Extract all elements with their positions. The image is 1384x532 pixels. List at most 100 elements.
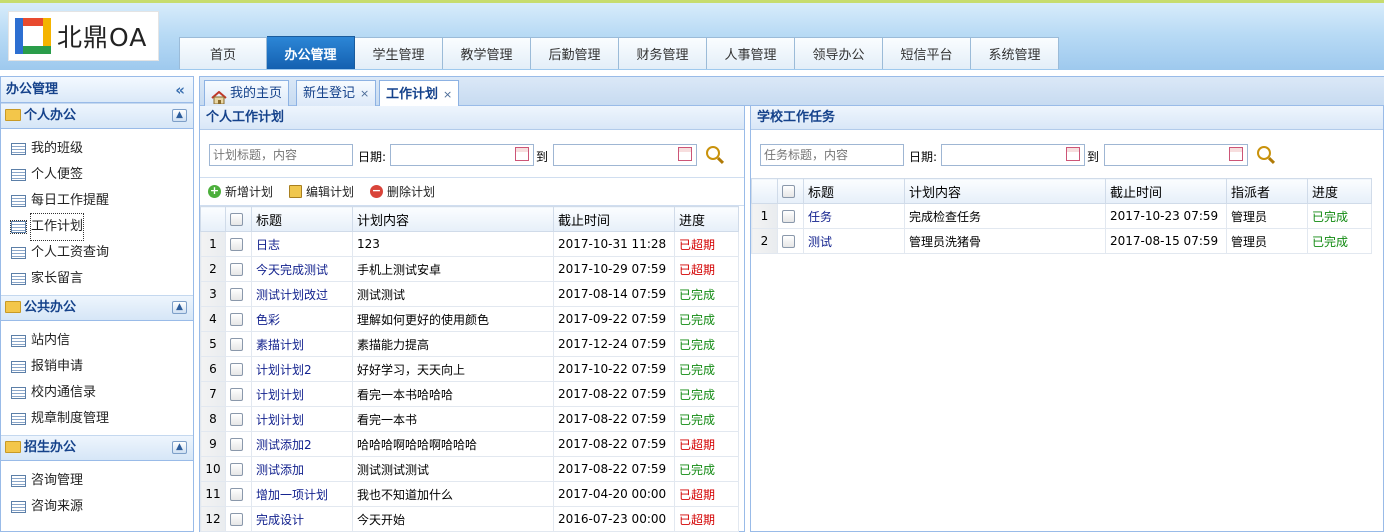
nav-tab[interactable]: 学生管理 [355, 37, 443, 69]
calendar-icon[interactable] [678, 147, 692, 161]
column-header[interactable]: 计划内容 [904, 178, 1106, 204]
row-checkbox[interactable] [225, 481, 252, 507]
row-checkbox[interactable] [225, 456, 252, 482]
close-icon[interactable]: × [443, 82, 452, 108]
start-date-input[interactable] [941, 144, 1085, 166]
cell-title[interactable]: 素描计划 [251, 331, 353, 357]
sidebar-item[interactable]: 个人便签 [1, 162, 193, 188]
nav-tab[interactable]: 首页 [179, 37, 267, 69]
sidebar-item[interactable]: 个人工资查询 [1, 240, 193, 266]
sidebar-item[interactable]: 咨询来源 [1, 494, 193, 520]
table-row[interactable]: 12 完成设计 今天开始 2016-07-23 00:00 已超期 [200, 506, 739, 532]
calendar-icon[interactable] [1229, 147, 1243, 161]
nav-tab[interactable]: 后勤管理 [531, 37, 619, 69]
cell-title[interactable]: 计划计划 [251, 406, 353, 432]
row-checkbox[interactable] [225, 356, 252, 382]
column-header[interactable]: 进度 [1307, 178, 1372, 204]
sidebar-item[interactable]: 站内信 [1, 328, 193, 354]
sidebar-group-header[interactable]: 个人办公 ▲ [1, 103, 193, 129]
edit-plan-button[interactable]: 编辑计划 [289, 183, 354, 200]
page-tab[interactable]: 新生登记 × [296, 80, 377, 107]
nav-tab[interactable]: 财务管理 [619, 37, 707, 69]
table-row[interactable]: 4 色彩 理解如何更好的使用颜色 2017-09-22 07:59 已完成 [200, 306, 739, 332]
cell-title[interactable]: 任务 [803, 203, 905, 229]
row-checkbox[interactable] [225, 231, 252, 257]
cell-title[interactable]: 增加一项计划 [251, 481, 353, 507]
row-checkbox[interactable] [225, 381, 252, 407]
column-header[interactable]: 截止时间 [553, 206, 675, 232]
cell-title[interactable]: 今天完成测试 [251, 256, 353, 282]
cell-title[interactable]: 测试添加 [251, 456, 353, 482]
collapse-up-icon[interactable]: ▲ [172, 109, 187, 122]
table-row[interactable]: 6 计划计划2 好好学习，天天向上 2017-10-22 07:59 已完成 [200, 356, 739, 382]
table-row[interactable]: 7 计划计划 看完一本书哈哈哈 2017-08-22 07:59 已完成 [200, 381, 739, 407]
close-icon[interactable]: × [360, 81, 369, 107]
nav-tab[interactable]: 办公管理 [267, 36, 355, 69]
search-icon[interactable] [706, 146, 720, 160]
table-row[interactable]: 2 测试 管理员洗猪骨 2017-08-15 07:59 管理员 已完成 [751, 228, 1372, 254]
nav-tab[interactable]: 人事管理 [707, 37, 795, 69]
nav-tab[interactable]: 教学管理 [443, 37, 531, 69]
task-search-input[interactable] [760, 144, 904, 166]
delete-plan-button[interactable]: − 删除计划 [370, 183, 435, 200]
collapse-up-icon[interactable]: ▲ [172, 441, 187, 454]
sidebar-item[interactable]: 我的班级 [1, 136, 193, 162]
cell-title[interactable]: 日志 [251, 231, 353, 257]
sidebar-item[interactable]: 校内通信录 [1, 380, 193, 406]
calendar-icon[interactable] [1066, 147, 1080, 161]
end-date-input[interactable] [1104, 144, 1248, 166]
cell-title[interactable]: 测试添加2 [251, 431, 353, 457]
table-row[interactable]: 1 日志 123 2017-10-31 11:28 已超期 [200, 231, 739, 257]
select-all-checkbox[interactable] [225, 206, 252, 232]
sidebar-item[interactable]: 咨询管理 [1, 468, 193, 494]
calendar-icon[interactable] [515, 147, 529, 161]
table-row[interactable]: 1 任务 完成检查任务 2017-10-23 07:59 管理员 已完成 [751, 203, 1372, 229]
cell-title[interactable]: 色彩 [251, 306, 353, 332]
sidebar-item[interactable]: 工作计划 [1, 213, 193, 241]
row-checkbox[interactable] [777, 203, 804, 229]
column-header[interactable]: 截止时间 [1105, 178, 1227, 204]
end-date-input[interactable] [553, 144, 697, 166]
row-checkbox[interactable] [225, 306, 252, 332]
page-tab[interactable]: 我的主页 [204, 80, 290, 107]
row-checkbox[interactable] [225, 281, 252, 307]
row-checkbox[interactable] [225, 256, 252, 282]
table-row[interactable]: 3 测试计划改过 测试测试 2017-08-14 07:59 已完成 [200, 281, 739, 307]
cell-title[interactable]: 完成设计 [251, 506, 353, 532]
cell-title[interactable]: 计划计划 [251, 381, 353, 407]
table-row[interactable]: 8 计划计划 看完一本书 2017-08-22 07:59 已完成 [200, 406, 739, 432]
row-checkbox[interactable] [777, 228, 804, 254]
collapse-left-icon[interactable]: « [175, 77, 185, 103]
table-row[interactable]: 11 增加一项计划 我也不知道加什么 2017-04-20 00:00 已超期 [200, 481, 739, 507]
column-header[interactable]: 进度 [674, 206, 739, 232]
column-header[interactable]: 标题 [251, 206, 353, 232]
row-checkbox[interactable] [225, 431, 252, 457]
select-all-checkbox[interactable] [777, 178, 804, 204]
cell-title[interactable]: 测试 [803, 228, 905, 254]
nav-tab[interactable]: 领导办公 [795, 37, 883, 69]
table-row[interactable]: 10 测试添加 测试测试测试 2017-08-22 07:59 已完成 [200, 456, 739, 482]
collapse-up-icon[interactable]: ▲ [172, 301, 187, 314]
column-header[interactable]: 指派者 [1226, 178, 1308, 204]
page-tab[interactable]: 工作计划 × [379, 80, 460, 108]
table-row[interactable]: 2 今天完成测试 手机上测试安卓 2017-10-29 07:59 已超期 [200, 256, 739, 282]
row-checkbox[interactable] [225, 506, 252, 532]
cell-title[interactable]: 计划计划2 [251, 356, 353, 382]
column-header[interactable]: 计划内容 [352, 206, 554, 232]
row-checkbox[interactable] [225, 331, 252, 357]
start-date-input[interactable] [390, 144, 534, 166]
row-checkbox[interactable] [225, 406, 252, 432]
nav-tab[interactable]: 系统管理 [971, 37, 1059, 69]
cell-title[interactable]: 测试计划改过 [251, 281, 353, 307]
nav-tab[interactable]: 短信平台 [883, 37, 971, 69]
sidebar-item[interactable]: 规章制度管理 [1, 406, 193, 432]
plan-search-input[interactable] [209, 144, 353, 166]
sidebar-item[interactable]: 每日工作提醒 [1, 188, 193, 214]
column-header[interactable]: 标题 [803, 178, 905, 204]
sidebar-item[interactable]: 家长留言 [1, 266, 193, 292]
sidebar-item[interactable]: 报销申请 [1, 354, 193, 380]
sidebar-group-header[interactable]: 招生办公 ▲ [1, 435, 193, 461]
table-row[interactable]: 5 素描计划 素描能力提高 2017-12-24 07:59 已完成 [200, 331, 739, 357]
add-plan-button[interactable]: + 新增计划 [208, 183, 273, 200]
table-row[interactable]: 9 测试添加2 哈哈哈啊哈哈啊哈哈哈 2017-08-22 07:59 已超期 [200, 431, 739, 457]
